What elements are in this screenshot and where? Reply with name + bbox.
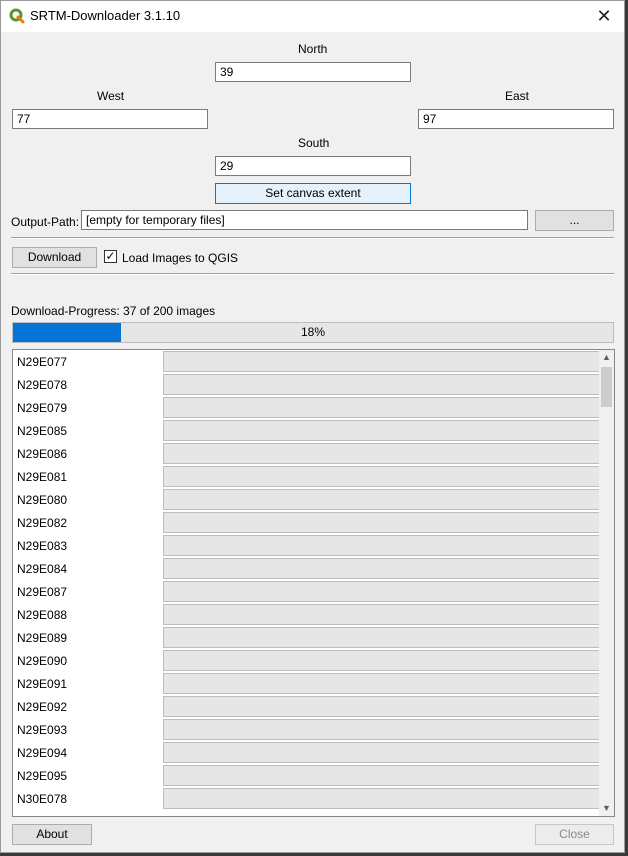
tile-row: N30E078: [13, 787, 601, 810]
overall-progress-bar: 18%: [12, 322, 614, 343]
tile-row: N29E080: [13, 488, 601, 511]
output-path-label: Output-Path:: [11, 215, 80, 229]
tile-name: N29E092: [17, 700, 68, 714]
tile-name: N29E087: [17, 585, 68, 599]
east-label: East: [505, 89, 530, 103]
load-images-checkbox[interactable]: ✓: [104, 250, 117, 263]
vertical-scrollbar[interactable]: ▲ ▼: [599, 350, 614, 816]
scroll-down-icon[interactable]: ▼: [599, 801, 614, 816]
tile-row: N29E081: [13, 465, 601, 488]
load-images-label[interactable]: Load Images to QGIS: [122, 251, 238, 265]
east-input[interactable]: 97: [418, 109, 614, 129]
tile-name: N29E095: [17, 769, 68, 783]
tile-progress-bar: [163, 788, 600, 809]
tile-name: N29E081: [17, 470, 68, 484]
tile-progress-bar: [163, 535, 600, 556]
progress-percent: 18%: [300, 325, 326, 339]
tile-row: N29E086: [13, 442, 601, 465]
tile-progress-bar: [163, 673, 600, 694]
tile-progress-bar: [163, 420, 600, 441]
tile-row: N29E091: [13, 672, 601, 695]
output-path-input[interactable]: [empty for temporary files]: [81, 210, 528, 230]
tile-progress-bar: [163, 581, 600, 602]
tile-progress-bar: [163, 397, 600, 418]
close-button[interactable]: Close: [535, 824, 614, 845]
tile-row: N29E090: [13, 649, 601, 672]
close-window-icon[interactable]: ✕: [594, 6, 614, 26]
tile-row: N29E084: [13, 557, 601, 580]
scroll-thumb[interactable]: [601, 367, 612, 407]
tile-row: N29E079: [13, 396, 601, 419]
tile-row: N29E083: [13, 534, 601, 557]
west-label: West: [97, 89, 125, 103]
tile-name: N29E089: [17, 631, 68, 645]
tile-name: N29E078: [17, 378, 68, 392]
tile-row: N29E095: [13, 764, 601, 787]
tile-name: N29E083: [17, 539, 68, 553]
west-input[interactable]: 77: [12, 109, 208, 129]
tile-progress-bar: [163, 742, 600, 763]
tile-row: N29E088: [13, 603, 601, 626]
download-progress-label: Download-Progress: 37 of 200 images: [11, 304, 216, 318]
tile-name: N29E094: [17, 746, 68, 760]
tile-row: N29E094: [13, 741, 601, 764]
tile-rows: N29E077 N29E078 N29E079 N29E085 N29E086 N29E0…: [13, 350, 601, 810]
south-label: South: [298, 136, 330, 150]
tile-row: N29E089: [13, 626, 601, 649]
tile-progress-bar: [163, 719, 600, 740]
tile-progress-bar: [163, 696, 600, 717]
tile-progress-bar: [163, 351, 600, 372]
scroll-up-icon[interactable]: ▲: [599, 350, 614, 365]
window-title: SRTM-Downloader 3.1.10: [30, 8, 181, 23]
srtm-downloader-dialog: SRTM-Downloader 3.1.10 ✕ North 39 West 7…: [0, 0, 625, 853]
north-label: North: [298, 42, 328, 56]
tile-name: N29E090: [17, 654, 68, 668]
tile-name: N29E093: [17, 723, 68, 737]
tile-progress-bar: [163, 604, 600, 625]
tile-progress-bar: [163, 627, 600, 648]
tile-progress-bar: [163, 650, 600, 671]
about-button[interactable]: About: [12, 824, 92, 845]
tile-progress-bar: [163, 466, 600, 487]
tile-progress-bar: [163, 374, 600, 395]
title-bar: SRTM-Downloader 3.1.10 ✕: [1, 1, 624, 32]
browse-button[interactable]: ...: [535, 210, 614, 231]
tile-progress-bar: [163, 443, 600, 464]
tile-name: N29E082: [17, 516, 68, 530]
tile-row: N29E087: [13, 580, 601, 603]
tile-progress-bar: [163, 512, 600, 533]
tile-row: N29E078: [13, 373, 601, 396]
tile-row: N29E085: [13, 419, 601, 442]
tile-row: N29E082: [13, 511, 601, 534]
tile-row: N29E092: [13, 695, 601, 718]
tile-progress-bar: [163, 489, 600, 510]
tile-name: N29E084: [17, 562, 68, 576]
tile-name: N29E091: [17, 677, 68, 691]
qgis-icon: [9, 8, 25, 24]
tile-name: N29E086: [17, 447, 68, 461]
separator: [11, 273, 614, 275]
south-input[interactable]: 29: [215, 156, 411, 176]
tile-name: N29E077: [17, 355, 68, 369]
tile-row: N29E077: [13, 350, 601, 373]
set-canvas-extent-button[interactable]: Set canvas extent: [215, 183, 411, 204]
north-input[interactable]: 39: [215, 62, 411, 82]
tile-row: N29E093: [13, 718, 601, 741]
tile-name: N29E085: [17, 424, 68, 438]
tile-progress-bar: [163, 558, 600, 579]
tile-list[interactable]: N29E077 N29E078 N29E079 N29E085 N29E086 N29E0…: [12, 349, 615, 817]
tile-name: N29E080: [17, 493, 68, 507]
download-button[interactable]: Download: [12, 247, 97, 268]
separator: [11, 237, 614, 239]
tile-name: N29E088: [17, 608, 68, 622]
tile-name: N30E078: [17, 792, 68, 806]
tile-name: N29E079: [17, 401, 68, 415]
tile-progress-bar: [163, 765, 600, 786]
